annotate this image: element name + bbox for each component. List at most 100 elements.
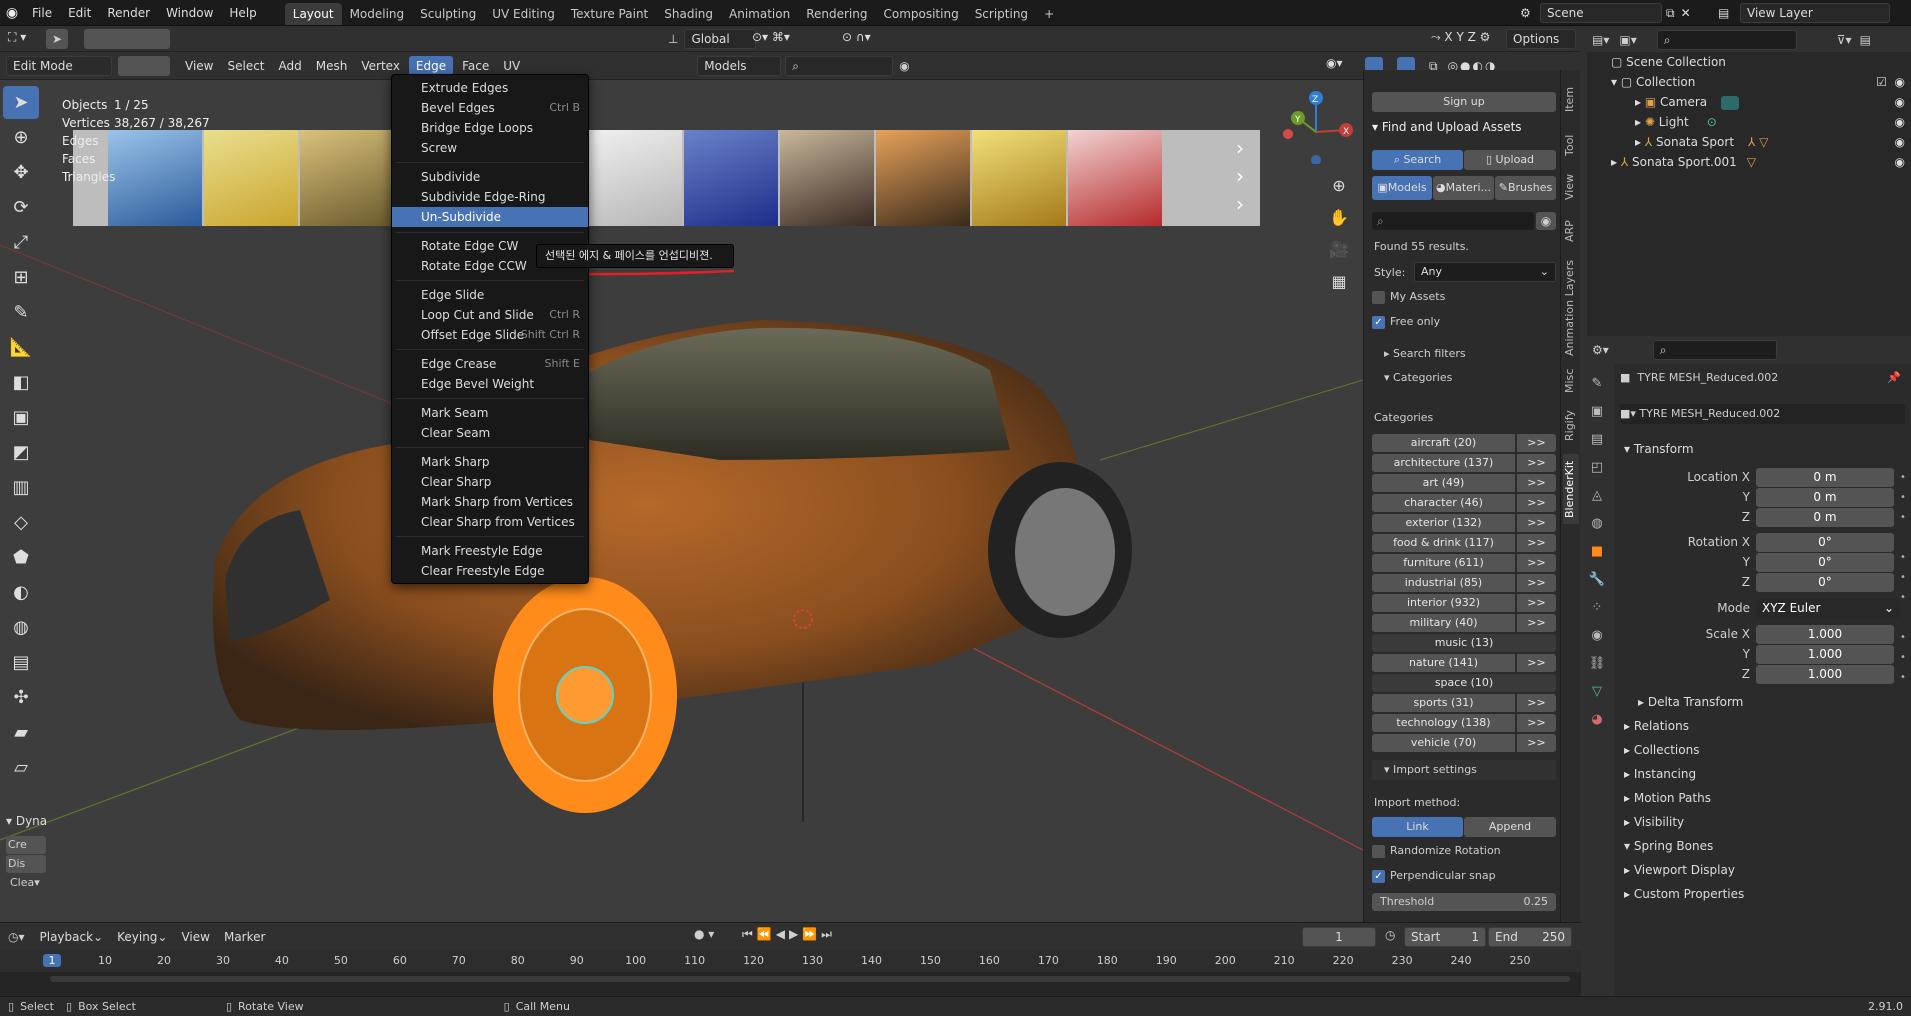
category-expand-button[interactable]: >> (1517, 734, 1556, 752)
record-button-icon[interactable]: ● ▾ (694, 927, 714, 941)
tab-shading[interactable]: Shading (656, 3, 721, 25)
3d-viewport[interactable]: › › › Objects 1 / 25 Vertices 38,267 / 38,26… (0, 80, 1363, 922)
tab-rendering[interactable]: Rendering (798, 3, 875, 25)
edge-menu-edge-crease[interactable]: Edge Crease Shift E (392, 354, 588, 374)
render-tab-icon[interactable]: ▣ (1583, 398, 1611, 426)
smooth-tool-icon[interactable]: ◍ (3, 611, 39, 644)
display-mode-icon[interactable]: ▣▾ (1619, 33, 1636, 47)
outliner-editor-icon[interactable]: ▤▾ (1592, 33, 1609, 47)
snap-icon[interactable]: ⊙ ∩▾ (842, 30, 871, 44)
visibility-icon[interactable]: ◉▾ (1326, 56, 1343, 70)
category-expand-button[interactable]: >> (1517, 454, 1556, 472)
rotation-mode-dropdown[interactable]: XYZ Euler ⌄ (1756, 599, 1900, 618)
edge-menu-edge-slide[interactable]: Edge Slide (392, 285, 588, 305)
tab-sculpting[interactable]: Sculpting (412, 3, 484, 25)
editor-type-icon[interactable]: ⛶ ▾ (8, 30, 26, 45)
category-button[interactable]: sports (31) (1372, 694, 1515, 712)
rotate-tool-icon[interactable]: ⟳ (3, 191, 39, 224)
category-button[interactable]: aircraft (20) (1372, 434, 1515, 452)
threshold-slider[interactable]: Threshold 0.25 (1372, 893, 1556, 911)
outliner-scene-collection[interactable]: ▢ Scene Collection (1587, 52, 1911, 72)
vtab-animation-layers[interactable]: Animation Layers (1563, 256, 1579, 360)
scale-x-field[interactable]: 1.000 (1756, 625, 1894, 644)
object-tab-icon[interactable]: ■ (1583, 538, 1611, 566)
pivot-icon[interactable]: ⊙▾ ⌘▾ (752, 30, 790, 44)
materials-tab[interactable]: ◕Materi... (1433, 176, 1494, 200)
mesh-name-field[interactable]: ■▾ TYRE MESH_Reduced.002 (1620, 404, 1905, 424)
perpendicular-snap-checkbox[interactable]: ✓ Perpendicular snap (1372, 869, 1496, 883)
start-frame-field[interactable]: Start 1 (1404, 927, 1486, 947)
edge-menu-extrude-edges[interactable]: Extrude Edges (392, 78, 588, 98)
delta-transform-section[interactable]: ▸ Delta Transform (1638, 695, 1743, 709)
vtab-misc[interactable]: Misc (1563, 366, 1579, 396)
asset-search-field[interactable]: ⌕ (1372, 212, 1534, 230)
vtab-arp[interactable]: ARP (1563, 216, 1579, 246)
edge-menu-un-subdivide[interactable]: Un-Subdivide (392, 207, 588, 227)
edge-menu-mark-seam[interactable]: Mark Seam (392, 403, 588, 423)
category-expand-button[interactable]: >> (1517, 654, 1556, 672)
edge-menu-mark-sharp[interactable]: Mark Sharp (392, 452, 588, 472)
category-button[interactable]: music (13) (1372, 634, 1556, 652)
category-expand-button[interactable]: >> (1517, 494, 1556, 512)
menu-file[interactable]: File (24, 0, 60, 26)
rotation-y-field[interactable]: 0° (1756, 553, 1894, 572)
vtab-tool[interactable]: Tool (1563, 130, 1579, 160)
select-mode-icons[interactable] (118, 55, 170, 76)
category-expand-button[interactable]: >> (1517, 554, 1556, 572)
mode-selector[interactable]: Edit Mode (6, 55, 112, 76)
scene-icon[interactable]: ⚙ (1520, 6, 1540, 20)
rotation-x-field[interactable]: 0° (1756, 533, 1894, 552)
blender-logo-icon[interactable]: ◉ (0, 5, 24, 21)
cursor-tool-icon[interactable]: ⊕ (3, 121, 39, 154)
category-button[interactable]: interior (932) (1372, 594, 1515, 612)
tab-texture-paint[interactable]: Texture Paint (563, 3, 656, 25)
timeline-view-menu[interactable]: View (174, 923, 216, 951)
edge-menu-offset-edge-slide[interactable]: Offset Edge Slide Shift Ctrl R (392, 325, 588, 345)
output-tab-icon[interactable]: ▤ (1583, 426, 1611, 454)
view-layer-icon[interactable]: ▤ (1718, 6, 1740, 20)
category-expand-button[interactable]: >> (1517, 534, 1556, 552)
edge-menu-clear-sharp[interactable]: Clear Sharp (392, 472, 588, 492)
category-button[interactable]: technology (138) (1372, 714, 1515, 732)
loop-cut-tool-icon[interactable]: ▥ (3, 471, 39, 504)
category-button[interactable]: character (46) (1372, 494, 1515, 512)
edge-menu-subdivide-edge-ring[interactable]: Subdivide Edge-Ring (392, 187, 588, 207)
find-upload-header[interactable]: ▾ Find and Upload Assets (1372, 120, 1522, 134)
timeline[interactable]: 1 10 20 30 40 50 60 70 80 90 100 110 120 130 140 150 160… (0, 950, 1581, 996)
menu-mesh[interactable]: Mesh (309, 52, 355, 80)
outliner-sonata-sport-001[interactable]: ▸ ⅄ Sonata Sport.001 ▽ ◉ (1587, 152, 1911, 172)
transform-orientation[interactable]: ⊥ Global (668, 29, 757, 49)
tab-uv-editing[interactable]: UV Editing (484, 3, 563, 25)
rip-tool-icon[interactable]: ▱ (3, 751, 39, 784)
new-collection-icon[interactable]: ▤ (1860, 33, 1871, 47)
scene-tab-icon[interactable]: ◬ (1583, 482, 1611, 510)
category-expand-button[interactable]: >> (1517, 694, 1556, 712)
edge-menu-clear-sharp-from-vertices[interactable]: Clear Sharp from Vertices (392, 512, 588, 532)
properties-editor-icon[interactable]: ⚙▾ (1592, 343, 1609, 357)
view-layer-tab-icon[interactable]: ◰ (1583, 454, 1611, 482)
mirror-axis-toggles[interactable]: ⤳ X Y Z ⚙ (1431, 30, 1490, 45)
randomize-rotation-checkbox[interactable]: Randomize Rotation (1372, 844, 1501, 858)
add-workspace-icon[interactable]: + (1036, 3, 1062, 25)
options-dropdown[interactable]: Options (1506, 29, 1576, 49)
edge-slide-tool-icon[interactable]: ▤ (3, 646, 39, 679)
playback-controls[interactable]: ⏮⏪◀▶⏩⏭ (742, 927, 836, 942)
rotation-z-field[interactable]: 0° (1756, 573, 1894, 592)
shear-tool-icon[interactable]: ▰ (3, 716, 39, 749)
tab-scripting[interactable]: Scripting (967, 3, 1036, 25)
shrink-fatten-tool-icon[interactable]: ✣ (3, 681, 39, 714)
delete-scene-icon[interactable]: ✕ (1681, 6, 1691, 20)
collections-section[interactable]: ▸ Collections (1624, 743, 1699, 757)
constraints-tab-icon[interactable]: ⛓ (1583, 650, 1611, 678)
menu-edit[interactable]: Edit (60, 0, 99, 26)
transform-section[interactable]: ▾ Transform (1624, 442, 1694, 456)
scale-y-field[interactable]: 1.000 (1756, 645, 1894, 664)
edge-menu-loop-cut-and-slide[interactable]: Loop Cut and Slide Ctrl R (392, 305, 588, 325)
data-tab-icon[interactable]: ▽ (1583, 678, 1611, 706)
move-tool-icon[interactable]: ✥ (3, 156, 39, 189)
upload-tab[interactable]: ▯ Upload (1464, 150, 1556, 170)
edge-menu-clear-seam[interactable]: Clear Seam (392, 423, 588, 443)
properties-search-input[interactable]: ⌕ (1652, 340, 1777, 360)
world-tab-icon[interactable]: ◍ (1583, 510, 1611, 538)
vtab-blenderkit[interactable]: BlenderKit (1563, 454, 1579, 524)
